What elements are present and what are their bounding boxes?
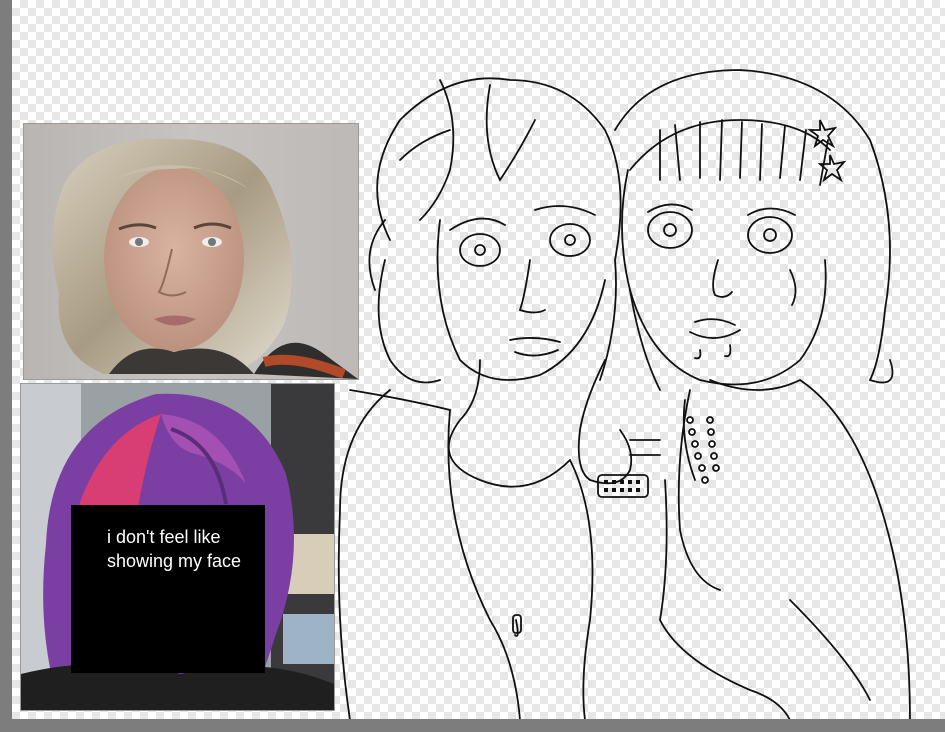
right-figure-body	[709, 378, 911, 720]
reference-photo-purple: i don't feel like showing my face	[20, 383, 335, 711]
workspace-bottom-border	[0, 719, 945, 732]
left-figure-face	[436, 219, 606, 381]
left-figure-body	[337, 389, 391, 720]
line-art-sketch	[337, 69, 911, 720]
workspace-left-border	[0, 0, 12, 732]
reference-photo-blonde	[23, 123, 359, 380]
face-cover-text: i don't feel like showing my face	[107, 527, 242, 571]
bracelet-studs	[604, 480, 640, 492]
face-cover-box: i don't feel like showing my face	[71, 505, 265, 673]
blonde-portrait-image	[52, 138, 358, 379]
